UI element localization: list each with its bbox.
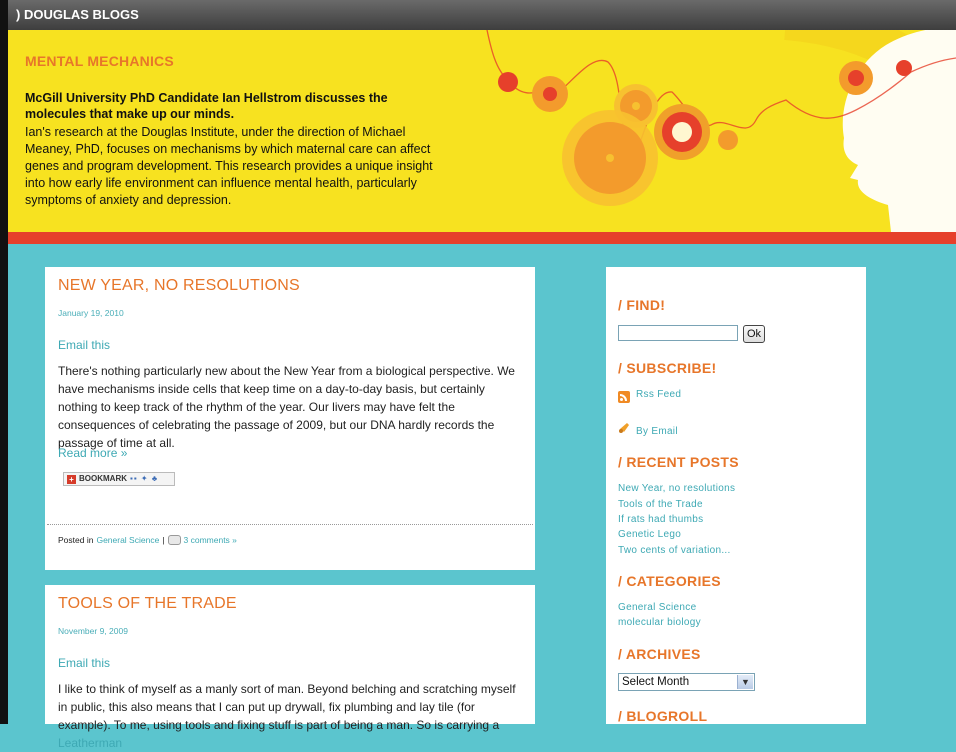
category-link[interactable]: General Science <box>618 602 696 613</box>
meta-separator: | <box>162 535 165 545</box>
network-title[interactable]: ) DOUGLAS BLOGS <box>16 7 139 22</box>
email-subscribe-link[interactable]: By Email <box>636 426 678 437</box>
dropdown-arrow-icon[interactable]: ▼ <box>737 675 753 689</box>
recent-post-link[interactable]: Two cents of variation... <box>618 545 731 556</box>
header-illustration <box>486 30 956 232</box>
categories-heading: / CATEGORIES <box>618 573 721 589</box>
head-silhouette <box>842 30 956 232</box>
comments-link[interactable]: 3 comments » <box>184 535 237 545</box>
post-title[interactable]: TOOLS OF THE TRADE <box>58 595 237 613</box>
blog-post: NEW YEAR, NO RESOLUTIONS January 19, 201… <box>45 267 535 570</box>
blog-post: TOOLS OF THE TRADE November 9, 2009 Emai… <box>45 585 535 750</box>
post-title[interactable]: NEW YEAR, NO RESOLUTIONS <box>58 277 300 295</box>
category-link[interactable]: General Science <box>96 535 159 545</box>
site-header: MENTAL MECHANICS McGill University PhD C… <box>8 30 956 232</box>
comment-icon <box>167 535 181 545</box>
header-divider-band <box>8 232 956 244</box>
category-link[interactable]: molecular biology <box>618 617 701 628</box>
sidebar: / FIND! Ok / SUBSCRIBE! Rss Feed By Emai… <box>606 267 866 724</box>
site-tagline: McGill University PhD Candidate Ian Hell… <box>25 91 388 121</box>
recent-post-link[interactable]: If rats had thumbs <box>618 514 703 525</box>
post-divider <box>47 524 533 525</box>
read-more-link[interactable]: Read more » <box>58 446 127 460</box>
post-meta: Posted in General Science | 3 comments » <box>58 535 237 545</box>
bookmark-button[interactable]: + BOOKMARK ▪▪ ✦ ♣ <box>63 472 175 486</box>
find-heading: / FIND! <box>618 297 666 313</box>
archives-heading: / ARCHIVES <box>618 646 701 662</box>
blog-network-bar[interactable]: ) DOUGLAS BLOGS <box>8 0 956 30</box>
site-title[interactable]: MENTAL MECHANICS <box>25 53 174 69</box>
leatherman-link[interactable]: Leatherman <box>58 736 122 750</box>
social-icons: ▪▪ ✦ ♣ <box>130 474 159 483</box>
archives-selected-value: Select Month <box>622 676 690 688</box>
post-excerpt: I like to think of myself as a manly sor… <box>58 680 523 752</box>
recent-post-link[interactable]: Tools of the Trade <box>618 499 703 510</box>
site-description: Ian's research at the Douglas Institute,… <box>25 125 433 207</box>
email-this-link[interactable]: Email this <box>58 656 110 670</box>
search-ok-button[interactable]: Ok <box>743 325 765 343</box>
email-this-link[interactable]: Email this <box>58 338 110 352</box>
posted-in-label: Posted in <box>58 535 94 545</box>
rss-icon[interactable] <box>618 391 630 403</box>
archives-select[interactable]: Select Month ▼ <box>618 673 755 691</box>
recent-post-link[interactable]: New Year, no resolutions <box>618 483 735 494</box>
post-date: January 19, 2010 <box>58 308 124 318</box>
rss-feed-link[interactable]: Rss Feed <box>636 389 681 400</box>
email-bell-icon[interactable] <box>618 422 632 434</box>
plus-icon: + <box>67 474 76 484</box>
post-excerpt: There's nothing particularly new about t… <box>58 364 515 450</box>
search-input[interactable] <box>618 325 738 341</box>
recent-posts-heading: / RECENT POSTS <box>618 454 739 470</box>
window-frame-edge <box>0 0 8 724</box>
subscribe-heading: / SUBSCRIBE! <box>618 360 717 376</box>
post-date: November 9, 2009 <box>58 626 128 636</box>
recent-post-link[interactable]: Genetic Lego <box>618 529 681 540</box>
post-excerpt-text: I like to think of myself as a manly sor… <box>58 682 516 732</box>
bookmark-label: BOOKMARK <box>79 474 127 483</box>
blogroll-heading: / BLOGROLL <box>618 708 708 724</box>
